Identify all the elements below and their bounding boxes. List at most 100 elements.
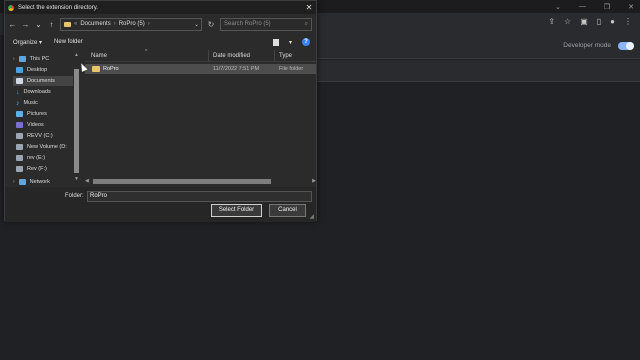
address-bar[interactable]: « Documents › RoPro (5) › ⌄ [60,17,202,31]
nav-label: Documents [27,78,55,84]
folder-icon [64,21,71,27]
breadcrumb-current[interactable]: RoPro (5) [119,21,145,27]
refresh-icon[interactable]: ↻ [206,20,216,29]
dialog-body: › This PC Desktop Documents ↓ Downloads … [5,49,316,186]
file-date: 11/7/2022 7:51 PM [213,66,260,72]
drive-icon [16,166,23,172]
nav-label: Music [23,100,38,106]
hscroll-thumb[interactable] [93,179,271,184]
nav-item-desktop[interactable]: Desktop [16,65,47,75]
drive-icon [16,155,23,161]
column-divider[interactable] [274,50,275,62]
chevron-down-icon[interactable]: ⌄ [194,21,201,28]
documents-icon [16,78,23,84]
nav-item-music[interactable]: ♪ Music [16,98,38,108]
file-list: Name ^ Date modified Type RoPro 11/7/202… [85,49,316,186]
resize-grip-icon[interactable]: ◢ [309,213,314,220]
file-row[interactable]: RoPro 11/7/2022 7:51 PM File folder [85,64,316,74]
column-date[interactable]: Date modified [213,53,250,59]
column-divider[interactable] [208,50,209,62]
expand-icon: › [13,178,15,185]
restore-icon[interactable]: ❐ [604,3,610,11]
file-type: File folder [279,66,304,72]
navigation-pane: › This PC Desktop Documents ↓ Downloads … [5,50,81,186]
nav-item-drive-e[interactable]: rev (E:) [16,153,45,163]
sidepanel-icon[interactable]: ▯ [597,17,601,26]
cancel-button[interactable]: Cancel [269,204,306,217]
folder-input[interactable]: RoPro [87,191,312,202]
nav-item-documents[interactable]: Documents [13,76,73,86]
star-icon[interactable]: ☆ [564,17,571,26]
close-icon[interactable]: ✕ [628,3,634,11]
chrome-logo-icon [8,4,14,11]
menu-icon[interactable]: ⋮ [624,17,632,26]
chevron-right-icon: › [147,21,150,27]
nav-label: REVV (C:) [27,133,53,139]
music-icon: ♪ [16,99,20,107]
nav-label: Network [29,178,50,185]
network-icon [18,178,26,185]
nav-item-videos[interactable]: Videos [16,120,44,130]
new-folder-button[interactable]: New folder [54,39,83,45]
nav-item-pictures[interactable]: Pictures [16,109,47,119]
breadcrumb-documents[interactable]: Documents [80,21,110,27]
select-folder-button[interactable]: Select Folder [211,204,262,217]
nav-label: New Volume (D: [27,144,67,150]
nav-item-downloads[interactable]: ↓ Downloads [16,87,51,97]
nav-label: Videos [27,122,44,128]
toolbar-icons: ⇪ ☆ ▣ ▯ ● ⋮ [548,17,632,26]
scroll-down-icon[interactable]: ▼ [73,176,80,182]
window-controls: ⌄ — ❐ ✕ [555,0,634,13]
developer-mode-label: Developer mode [563,42,611,49]
scroll-up-icon[interactable]: ▲ [73,52,80,58]
pictures-icon [16,111,23,117]
dialog-titlebar: Select the extension directory. ✕ [5,1,316,14]
back-icon[interactable]: ← [8,20,17,29]
dialog-title: Select the extension directory. [18,4,98,11]
column-type[interactable]: Type [279,53,292,59]
scroll-left-icon[interactable]: ◀ [85,178,89,184]
scroll-right-icon[interactable]: ▶ [312,178,316,184]
column-name[interactable]: Name [91,53,107,59]
file-name: RoPro [103,66,119,72]
nav-scroll-thumb[interactable] [74,69,79,173]
file-list-hscrollbar[interactable]: ◀ ▶ [85,178,316,185]
profile-icon[interactable]: ● [610,17,615,26]
chevron-right-icon: « [74,21,78,27]
download-icon: ↓ [16,88,20,96]
chevron-down-icon[interactable]: ▾ [289,39,292,46]
sort-icon: ^ [145,49,148,55]
nav-item-drive-d[interactable]: New Volume (D: [16,142,67,152]
column-header: Name ^ Date modified Type [85,49,316,62]
select-folder-dialog: Select the extension directory. ✕ ← → ⌄ … [4,0,317,222]
nav-item-drive-c[interactable]: REVV (C:) [16,131,53,141]
chevron-down-icon[interactable]: ⌄ [555,3,561,11]
up-icon[interactable]: ↑ [47,20,56,29]
nav-scrollbar[interactable]: ▲ ▼ [73,52,80,182]
nav-label: Rev (F:) [27,166,47,172]
view-icon[interactable] [272,38,279,46]
developer-mode-toggle[interactable] [618,42,634,50]
close-icon[interactable]: ✕ [302,3,316,12]
folder-icon [92,66,100,72]
drive-icon [16,133,23,139]
forward-icon[interactable]: → [21,20,30,29]
nav-label: This PC [29,56,50,62]
minimize-icon[interactable]: — [579,3,586,10]
search-placeholder: Search RoPro (5) [224,21,271,27]
search-box[interactable]: Search RoPro (5) ⌕ [220,17,312,31]
nav-item-drive-f[interactable]: Rev (F:) [16,164,47,174]
extensions-icon[interactable]: ▣ [580,17,588,26]
help-icon[interactable]: ? [302,38,310,46]
share-icon[interactable]: ⇪ [548,17,555,26]
expand-icon: › [13,56,15,62]
pc-icon [18,56,26,62]
recent-locations-icon[interactable]: ⌄ [34,20,43,29]
search-icon: ⌕ [304,20,308,27]
address-row: ← → ⌄ ↑ « Documents › RoPro (5) › ⌄ ↻ Se… [5,14,316,34]
organize-button[interactable]: Organize ▾ [13,39,42,46]
nav-item-network[interactable]: › Network [13,178,50,185]
nav-item-this-pc[interactable]: › This PC [13,54,49,64]
command-bar: Organize ▾ New folder ▾ ? [5,34,316,50]
nav-label: Downloads [23,89,51,95]
